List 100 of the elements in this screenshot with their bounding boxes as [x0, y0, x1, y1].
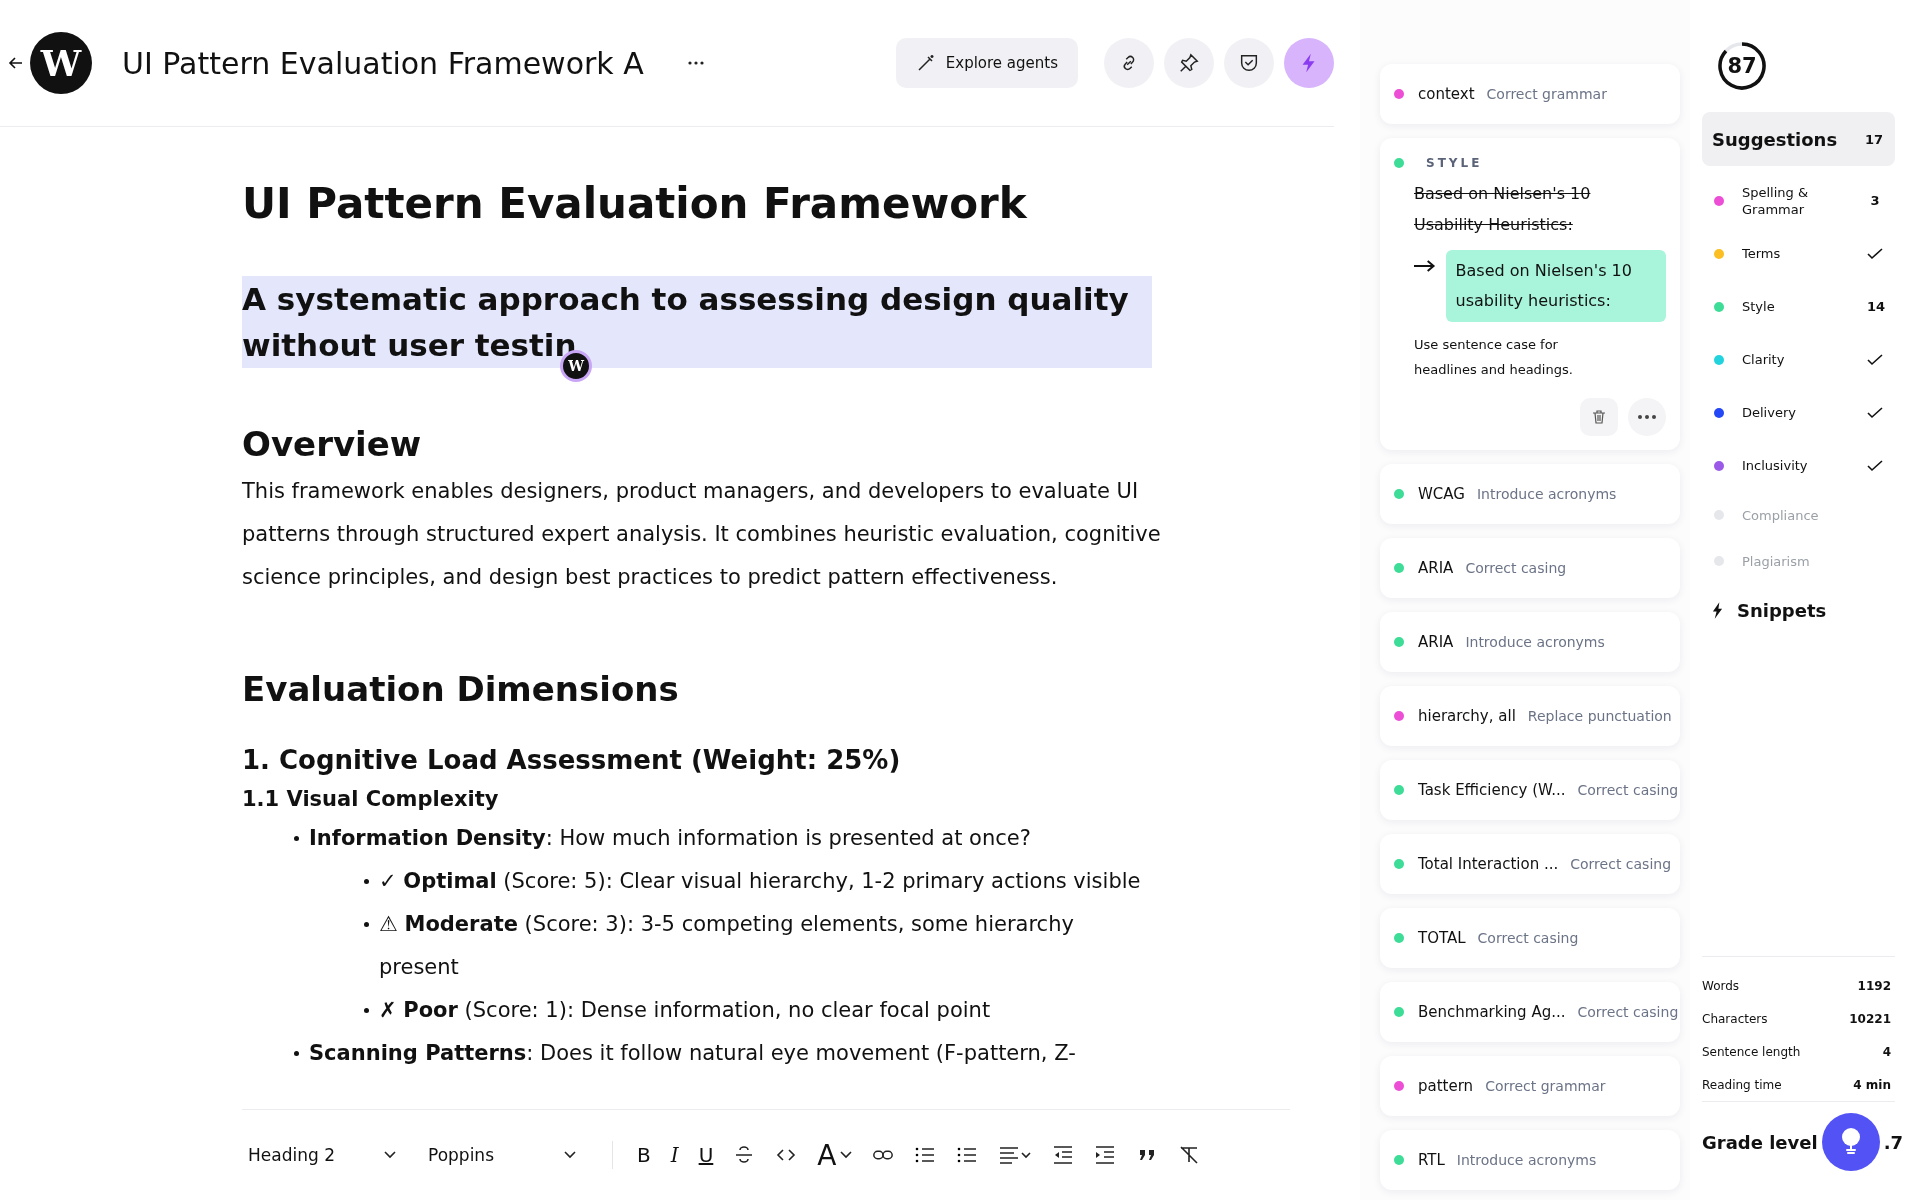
suggestion-action: Introduce acronyms [1465, 634, 1605, 650]
back-arrow-icon[interactable] [8, 55, 24, 71]
bullet-icon [364, 879, 369, 884]
stat-value: 1192 [1857, 978, 1891, 993]
replacement-button[interactable]: Based on Nielsen's 10 usability heuristics: [1445, 250, 1666, 322]
arrow-icon [1414, 260, 1436, 272]
caret-icon [840, 1151, 853, 1159]
suggestion-term: Benchmarking Ag... [1418, 1003, 1566, 1021]
suggestion-action: Correct casing [1570, 856, 1672, 872]
suggestion-action: Introduce acronyms [1476, 486, 1617, 502]
underline-button[interactable]: U [692, 1137, 720, 1173]
suggestion-card[interactable]: hierarchy, all Replace punctuation [1380, 686, 1680, 746]
shield-button[interactable] [1224, 38, 1274, 88]
sub-subsection-heading: 1.1 Visual Complexity [242, 787, 500, 811]
suggestion-action: Correct grammar [1486, 86, 1607, 102]
size-button[interactable]: A [811, 1132, 859, 1178]
suggestion-term: TOTAL [1418, 929, 1466, 947]
suggestion-term: ARIA [1418, 633, 1454, 651]
category-item[interactable]: Spelling & Grammar 3 [1702, 174, 1895, 227]
expanded-suggestion-card[interactable]: STYLE Based on Nielsen's 10 Usability Heuristics: Based on Nielsen's 10 usability heuristics: Use sentence case for headlines and headings. [1380, 138, 1680, 450]
suggestion-term: ARIA [1418, 559, 1454, 577]
suggestion-action: Correct casing [1577, 782, 1679, 798]
lightning-icon [1712, 602, 1723, 619]
list-item: ✓ Optimal (Score: 5): Clear visual hierarchy, 1-2 primary actions visible [379, 868, 1141, 895]
paragraph: This framework enables designers, product managers, and developers to evaluate UI patterns through structured expert analysis. It combines heuristic evaluation, cognitive science principles, and design best practices to predict pattern effectiveness. [242, 478, 1162, 591]
suggestion-card[interactable]: ARIA Introduce acronyms [1380, 612, 1680, 672]
suggestions-tab[interactable]: Suggestions 17 [1702, 112, 1895, 166]
list-item: ⚠ Moderate (Score: 3): 3-5 competing elements, some hierarchy present [379, 911, 1075, 981]
suggestion-card[interactable]: ARIA Correct casing [1380, 538, 1680, 598]
suggestion-action: Correct casing [1477, 930, 1579, 946]
logo[interactable]: W [30, 32, 92, 94]
delete-button[interactable] [1580, 398, 1618, 436]
grade-label: Grade level [1702, 1131, 1818, 1153]
stat-label: Sentence length [1702, 1044, 1801, 1059]
category-item[interactable]: Style 14 [1702, 280, 1895, 333]
original-text: Based on Nielsen's 10 Usability Heuristics: [1414, 183, 1592, 236]
stat-label: Words [1702, 978, 1740, 993]
block-style-dropdown[interactable]: Heading 2 [242, 1145, 402, 1165]
suggestion-term: WCAG [1418, 485, 1465, 503]
subsection-heading: 1. Cognitive Load Assessment (Weight: 25%) [242, 745, 902, 775]
bolt-button[interactable] [1284, 38, 1334, 88]
score-value: 87 [1726, 53, 1758, 80]
list-item: ✗ Poor (Score: 1): Dense information, no clear focal point [379, 997, 991, 1024]
pin-button[interactable] [1164, 38, 1214, 88]
pin-icon [1178, 52, 1200, 74]
suggestion-card[interactable]: Total Interaction ... Correct casing [1380, 834, 1680, 894]
suggestion-action: Correct grammar [1485, 1078, 1606, 1094]
suggestion-term: Task Efficiency (W... [1418, 781, 1566, 799]
suggestion-card[interactable]: Benchmarking Ag... Correct casing [1380, 982, 1680, 1042]
stat-label: Reading time [1702, 1077, 1782, 1092]
stat-value: 4 [1882, 1044, 1891, 1059]
explore-agents-button[interactable]: Explore agents [895, 38, 1078, 88]
snippets-tab[interactable]: Snippets [1702, 588, 1895, 633]
list-item: Scanning Patterns: Does it follow natural eye movement (F-pattern, Z- [309, 1040, 1076, 1067]
suggestion-action: Correct casing [1577, 1004, 1679, 1020]
category-item[interactable]: Inclusivity [1702, 439, 1895, 492]
suggestion-term: Total Interaction ... [1418, 855, 1559, 873]
bullet-icon [364, 922, 369, 927]
stat-value: 4 min [1853, 1077, 1891, 1092]
italic-button[interactable]: I [664, 1137, 685, 1173]
shield-check-icon [1238, 52, 1260, 74]
category-item[interactable]: Terms [1702, 227, 1895, 280]
more-icon [1638, 415, 1656, 419]
stat-label: Characters [1702, 1011, 1768, 1026]
suggestion-term: context [1418, 85, 1475, 103]
bullet-icon [294, 1051, 299, 1056]
bullet-icon [294, 836, 299, 841]
bullet-icon [364, 1008, 369, 1013]
lightbulb-button[interactable] [1821, 1113, 1880, 1171]
category-item[interactable]: Clarity [1702, 333, 1895, 386]
suggestion-term: hierarchy, all [1418, 707, 1516, 725]
indent-icon [1094, 1144, 1117, 1166]
suggestion-term: pattern [1418, 1077, 1474, 1095]
suggestion-action: Replace punctuation [1527, 708, 1672, 724]
more-button[interactable] [1628, 398, 1666, 436]
bold-button[interactable]: B [631, 1137, 657, 1173]
suggestion-action: Introduce acronyms [1456, 1152, 1597, 1168]
caret-icon [384, 1151, 396, 1159]
document-heading: UI Pattern Evaluation Framework [242, 179, 1028, 228]
caret-icon [564, 1151, 576, 1159]
section-heading: Overview [242, 424, 423, 464]
suggestion-card[interactable]: pattern Correct grammar [1380, 1056, 1680, 1116]
section-heading: Evaluation Dimensions [242, 669, 680, 709]
suggestion-card[interactable]: Task Efficiency (W... Correct casing [1380, 760, 1680, 820]
suggestion-card[interactable]: TOTAL Correct casing [1380, 908, 1680, 968]
suggestion-card[interactable]: context Correct grammar [1380, 64, 1680, 124]
outdent-icon [1052, 1144, 1075, 1166]
category-item[interactable]: Delivery [1702, 386, 1895, 439]
more-icon[interactable] [687, 61, 704, 65]
trash-icon [1591, 409, 1607, 425]
font-dropdown[interactable]: Poppins [422, 1145, 582, 1165]
align-left-icon [998, 1144, 1033, 1166]
suggestion-note: Use sentence case for headlines and headings. [1414, 336, 1574, 379]
suggestion-action: Correct casing [1465, 560, 1567, 576]
stat-value: 10221 [1849, 1011, 1891, 1026]
suggestion-term: RTL [1418, 1151, 1445, 1169]
suggestion-card[interactable]: WCAG Introduce acronyms [1380, 464, 1680, 524]
suggestion-card[interactable]: RTL Introduce acronyms [1380, 1130, 1680, 1190]
document-title: UI Pattern Evaluation Framework A [122, 45, 644, 81]
grade-value: .7 [1883, 1131, 1904, 1153]
